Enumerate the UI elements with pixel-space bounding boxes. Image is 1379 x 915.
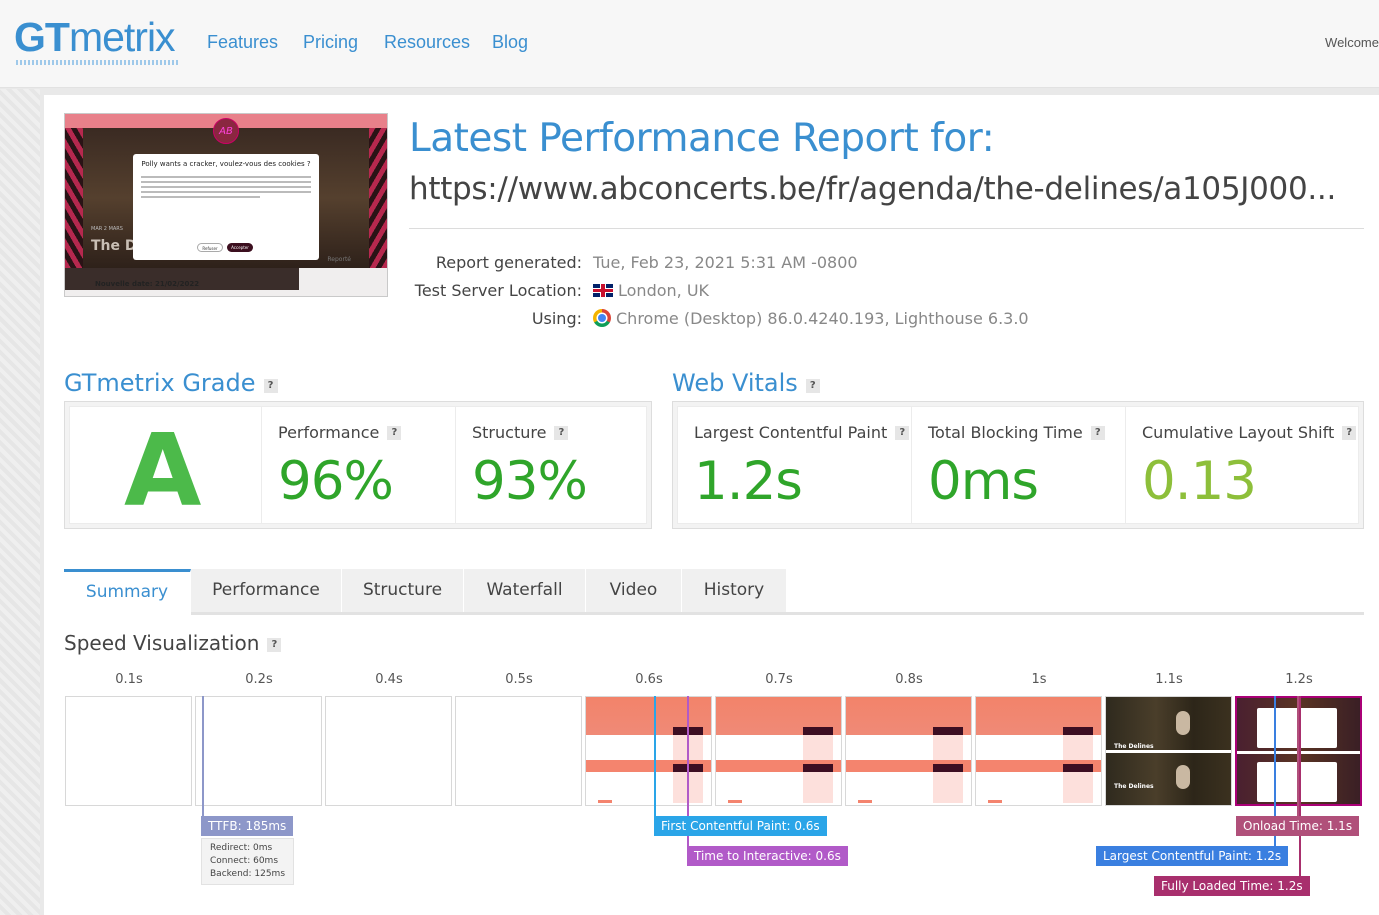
timeline-tick: 1.2s — [1285, 672, 1313, 687]
ttfb-detail: Redirect: 0ms Connect: 60ms Backend: 125… — [201, 838, 294, 885]
timeline-tick: 0.1s — [115, 672, 143, 687]
thumb-cookie-dialog: Polly wants a cracker, voulez-vous des c… — [133, 154, 319, 260]
gtmetrix-grade-title: GTmetrix Grade? — [64, 369, 278, 397]
tab-performance[interactable]: Performance — [191, 569, 342, 612]
help-icon[interactable]: ? — [1342, 426, 1357, 440]
filmstrip-frame[interactable] — [195, 696, 322, 806]
report-generated-value: Tue, Feb 23, 2021 5:31 AM -0800 — [593, 253, 858, 272]
tbt-cell: Total Blocking Time? 0ms — [912, 407, 1126, 523]
help-icon[interactable]: ? — [805, 379, 820, 393]
divider — [409, 228, 1364, 229]
filmstrip-frame[interactable] — [65, 696, 192, 806]
speed-visualization-title: Speed Visualization? — [64, 631, 282, 655]
thumb-new-date: Nouvelle date: 21/02/2022 — [95, 280, 200, 288]
ttfb-marker: TTFB: 185ms — [201, 816, 294, 836]
thumb-stripes-right — [369, 128, 387, 268]
cls-label: Cumulative Layout Shift — [1142, 423, 1335, 442]
thumb-dialog-title: Polly wants a cracker, voulez-vous des c… — [141, 160, 311, 168]
fully-loaded-marker: Fully Loaded Time: 1.2s — [1154, 876, 1310, 896]
timeline-tick: 0.7s — [765, 672, 793, 687]
fcp-marker: First Contentful Paint: 0.6s — [654, 816, 827, 836]
onload-marker: Onload Time: 1.1s — [1236, 816, 1360, 836]
using-value: Chrome (Desktop) 86.0.4240.193, Lighthou… — [593, 309, 1029, 328]
thumb-reports: Reporté — [327, 256, 351, 263]
nav-resources[interactable]: Resources — [384, 32, 470, 53]
logo-underline — [16, 60, 178, 65]
tbt-value: 0ms — [928, 451, 1039, 512]
ttfb-line — [202, 696, 204, 818]
nav-pricing[interactable]: Pricing — [303, 32, 358, 53]
filmstrip-frame[interactable]: The Delines The Delines — [1105, 696, 1232, 806]
top-navbar: GTmetrix Features Pricing Resources Blog… — [0, 0, 1379, 88]
nav-blog[interactable]: Blog — [492, 32, 528, 53]
tbt-label: Total Blocking Time — [928, 423, 1083, 442]
timeline-tick: 1.1s — [1155, 672, 1183, 687]
test-server-value: London, UK — [593, 281, 709, 300]
report-url[interactable]: https://www.abconcerts.be/fr/agenda/the-… — [409, 171, 1359, 207]
thumb-footer: Nouvelle date: 21/02/2022 — [65, 268, 387, 296]
left-background — [0, 89, 40, 915]
filmstrip-frame[interactable] — [325, 696, 452, 806]
structure-cell: Structure? 93% — [456, 407, 648, 523]
welcome-text[interactable]: Welcome — [1325, 35, 1379, 50]
tab-video[interactable]: Video — [586, 569, 682, 612]
timeline-tick: 0.2s — [245, 672, 273, 687]
lcp-marker: Largest Contentful Paint: 1.2s — [1096, 846, 1289, 866]
web-vitals-box: Largest Contentful Paint? 1.2s Total Blo… — [672, 401, 1364, 529]
tab-waterfall[interactable]: Waterfall — [464, 569, 586, 612]
timeline-tick: 0.8s — [895, 672, 923, 687]
using-label: Using: — [531, 309, 582, 328]
timeline-tick: 0.6s — [635, 672, 663, 687]
help-icon[interactable]: ? — [387, 426, 402, 440]
grade-box: A Performance? 96% Structure? 93% — [64, 401, 652, 529]
tab-summary[interactable]: Summary — [64, 569, 191, 615]
timeline-tick: 0.5s — [505, 672, 533, 687]
chrome-icon — [593, 309, 611, 327]
filmstrip-frame[interactable] — [585, 696, 712, 806]
structure-value: 93% — [472, 451, 588, 512]
help-icon[interactable]: ? — [895, 426, 910, 440]
uk-flag-icon — [593, 284, 613, 297]
cls-value: 0.13 — [1142, 451, 1257, 512]
help-icon[interactable]: ? — [1090, 426, 1105, 440]
thumb-event-date: MAR 2 MARS — [91, 226, 123, 232]
tab-history[interactable]: History — [682, 569, 787, 612]
timeline-tick: 1s — [1031, 672, 1047, 687]
thumb-stripes-left — [65, 128, 83, 268]
web-vitals-title: Web Vitals? — [672, 369, 820, 397]
page-screenshot-thumbnail[interactable]: AB MAR 2 MARS The D Polly wants a cracke… — [64, 113, 388, 297]
test-server-label: Test Server Location: — [414, 281, 582, 300]
help-icon[interactable]: ? — [554, 426, 569, 440]
thumb-refuse-button: Refuser — [197, 243, 223, 252]
lcp-cell: Largest Contentful Paint? 1.2s — [678, 407, 912, 523]
lcp-label: Largest Contentful Paint — [694, 423, 888, 442]
performance-value: 96% — [278, 451, 394, 512]
fully-loaded-line — [1299, 696, 1301, 878]
fcp-line — [654, 696, 656, 818]
help-icon[interactable]: ? — [267, 638, 282, 652]
tab-structure[interactable]: Structure — [342, 569, 464, 612]
help-icon[interactable]: ? — [263, 379, 278, 393]
grade-letter: A — [124, 412, 202, 529]
report-generated-label: Report generated: — [435, 253, 582, 272]
cls-cell: Cumulative Layout Shift? 0.13 — [1126, 407, 1360, 523]
thumb-event-title: The D — [91, 238, 137, 254]
performance-cell: Performance? 96% — [262, 407, 456, 523]
performance-label: Performance — [278, 423, 380, 442]
lcp-value: 1.2s — [694, 451, 803, 512]
grade-letter-cell: A — [70, 407, 262, 529]
timeline-tick: 0.4s — [375, 672, 403, 687]
thumb-logo-badge: AB — [213, 118, 239, 144]
structure-label: Structure — [472, 423, 547, 442]
nav-features[interactable]: Features — [207, 32, 278, 53]
filmstrip-frame[interactable] — [975, 696, 1102, 806]
filmstrip-frame[interactable] — [455, 696, 582, 806]
thumb-accept-button: Accepter — [227, 243, 253, 252]
filmstrip-frame[interactable] — [715, 696, 842, 806]
filmstrip-frame[interactable] — [845, 696, 972, 806]
report-tabs: Summary Performance Structure Waterfall … — [64, 569, 1364, 615]
report-title: Latest Performance Report for: — [409, 116, 995, 161]
tti-marker: Time to Interactive: 0.6s — [687, 846, 848, 866]
